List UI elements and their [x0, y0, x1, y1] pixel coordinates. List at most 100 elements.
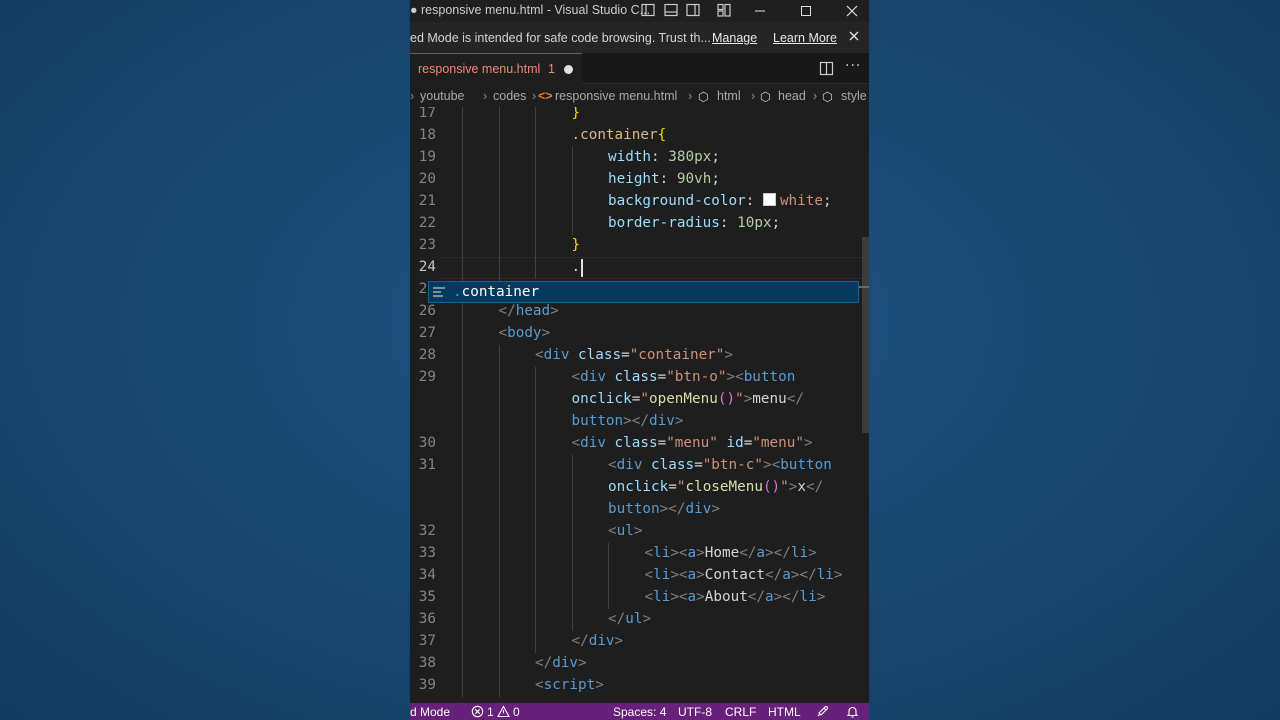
code-line[interactable]: 23} [410, 235, 869, 257]
color-swatch[interactable] [762, 193, 776, 206]
code-line[interactable]: 26 </head> [410, 301, 869, 323]
split-editor-icon[interactable] [819, 61, 834, 76]
line-number: 34 [418, 567, 436, 583]
breadcrumb-style[interactable]: style [841, 89, 867, 103]
feedback-icon[interactable] [816, 705, 829, 718]
code-line[interactable]: 28 <div class="container"> [410, 345, 869, 367]
indent-guide [608, 565, 609, 587]
tab-responsive-menu[interactable]: responsive menu.html 1 [410, 53, 582, 84]
eol-status[interactable]: CRLF [725, 705, 756, 719]
line-number: 35 [418, 589, 436, 605]
code-line[interactable]: 34 <li><a>Contact</a></li> [410, 565, 869, 587]
restricted-mode-status[interactable]: d Mode [410, 705, 450, 719]
indent-guide [498, 367, 500, 389]
code-line[interactable]: button></div> [410, 411, 869, 433]
code-token: </ [608, 611, 626, 627]
code-line[interactable]: 24. [410, 257, 869, 279]
suggestion-widget[interactable]: .container [428, 281, 859, 303]
indent-guide [498, 191, 500, 213]
breadcrumb-chevron-icon: › [483, 89, 488, 103]
maximize-button[interactable] [792, 0, 820, 22]
code-line[interactable]: onclick="openMenu()">menu</ [410, 389, 869, 411]
code-line[interactable]: 22 border-radius: 10px; [410, 213, 869, 235]
code-line[interactable]: 30 <div class="menu" id="menu"> [410, 433, 869, 455]
indent-guide [608, 543, 609, 565]
breadcrumb-head[interactable]: head [778, 89, 806, 103]
toggle-panel-icon[interactable] [664, 3, 678, 17]
indent-guide [462, 587, 463, 609]
code-line[interactable]: 17} [410, 107, 869, 125]
code-editor[interactable]: 17} 18 .container{19 width: 380px; 20 height:… [410, 107, 869, 703]
code-line[interactable]: 36 </ul> [410, 609, 869, 631]
code-line[interactable]: 19 width: 380px; [410, 147, 869, 169]
code-line[interactable]: 29 <div class="btn-o"><button [410, 367, 869, 389]
code-line[interactable]: 21 background-color: white; [410, 191, 869, 213]
code-line[interactable]: 32 <ul> [410, 521, 869, 543]
code-token: > [633, 523, 643, 539]
indent-guide [462, 125, 463, 147]
suggestion-item-container[interactable]: .container [453, 284, 539, 300]
code-token: "container" [629, 347, 725, 363]
banner-text: ed Mode is intended for safe code browsi… [410, 31, 711, 45]
code-line[interactable]: 27 <body> [410, 323, 869, 345]
code-token: div [685, 501, 712, 517]
code-token: class [569, 347, 622, 363]
error-count[interactable]: 1 [487, 705, 494, 719]
breadcrumb-youtube[interactable]: youtube [420, 89, 464, 103]
code-token: = [694, 457, 703, 473]
line-number: 36 [418, 611, 436, 627]
encoding-status[interactable]: UTF-8 [678, 705, 712, 719]
code-line[interactable]: button></div> [410, 499, 869, 521]
line-number: 37 [418, 633, 436, 649]
indent-guide [462, 389, 463, 411]
customize-layout-icon[interactable] [717, 3, 731, 17]
indent-guide [498, 675, 500, 697]
code-text: width: 380px; [608, 149, 720, 165]
indent-guide [498, 433, 500, 455]
code-token: > [550, 303, 559, 319]
code-line[interactable]: 20 height: 90vh; [410, 169, 869, 191]
code-line[interactable]: 35 <li><a>About</a></li> [410, 587, 869, 609]
breadcrumb-html[interactable]: html [717, 89, 741, 103]
indent-guide [535, 367, 536, 389]
close-window-button[interactable] [838, 0, 866, 22]
code-token: </ [739, 545, 757, 561]
breadcrumb-file[interactable]: responsive menu.html [555, 89, 677, 103]
indent-guide [535, 477, 536, 499]
manage-link[interactable]: Manage [712, 31, 757, 45]
code-token: " [735, 391, 744, 407]
status-bar: d Mode 1 0 Spaces: 4 UTF-8 CRLF HTML [410, 703, 869, 720]
line-number: 30 [418, 435, 436, 451]
code-line[interactable]: onclick="closeMenu()">x</ [410, 477, 869, 499]
indent-guide [498, 477, 500, 499]
code-token: div [588, 633, 615, 649]
code-text: </div> [535, 655, 587, 671]
code-token: li [799, 589, 817, 605]
learn-more-link[interactable]: Learn More [773, 31, 837, 45]
indent-guide [571, 169, 573, 191]
code-line[interactable]: 33 <li><a>Home</a></li> [410, 543, 869, 565]
code-line[interactable]: 18 .container{ [410, 125, 869, 147]
indent-guide [462, 107, 463, 125]
code-text: onclick="closeMenu()">x</ [608, 479, 823, 495]
code-token: > [696, 567, 705, 583]
bell-icon[interactable] [846, 705, 859, 718]
breadcrumb-codes[interactable]: codes [493, 89, 526, 103]
code-line[interactable]: 39 <script> [410, 675, 869, 697]
warning-count[interactable]: 0 [513, 705, 520, 719]
code-token: a [687, 545, 697, 561]
minimize-button[interactable] [746, 0, 774, 22]
code-line[interactable]: 31 <div class="btn-c"><button [410, 455, 869, 477]
toggle-sidebar-icon[interactable] [641, 3, 655, 17]
more-actions-icon[interactable]: ··· [845, 58, 861, 74]
indent-guide [462, 191, 463, 213]
code-token: > [614, 633, 624, 649]
language-status[interactable]: HTML [768, 705, 801, 719]
code-line[interactable]: 37 </div> [410, 631, 869, 653]
indentation-status[interactable]: Spaces: 4 [613, 705, 666, 719]
vertical-scrollbar[interactable] [862, 237, 869, 433]
code-line[interactable]: 38 </div> [410, 653, 869, 675]
close-banner-icon[interactable] [847, 29, 861, 43]
unsaved-dot-icon[interactable] [564, 65, 573, 74]
toggle-secondary-sidebar-icon[interactable] [686, 3, 700, 17]
